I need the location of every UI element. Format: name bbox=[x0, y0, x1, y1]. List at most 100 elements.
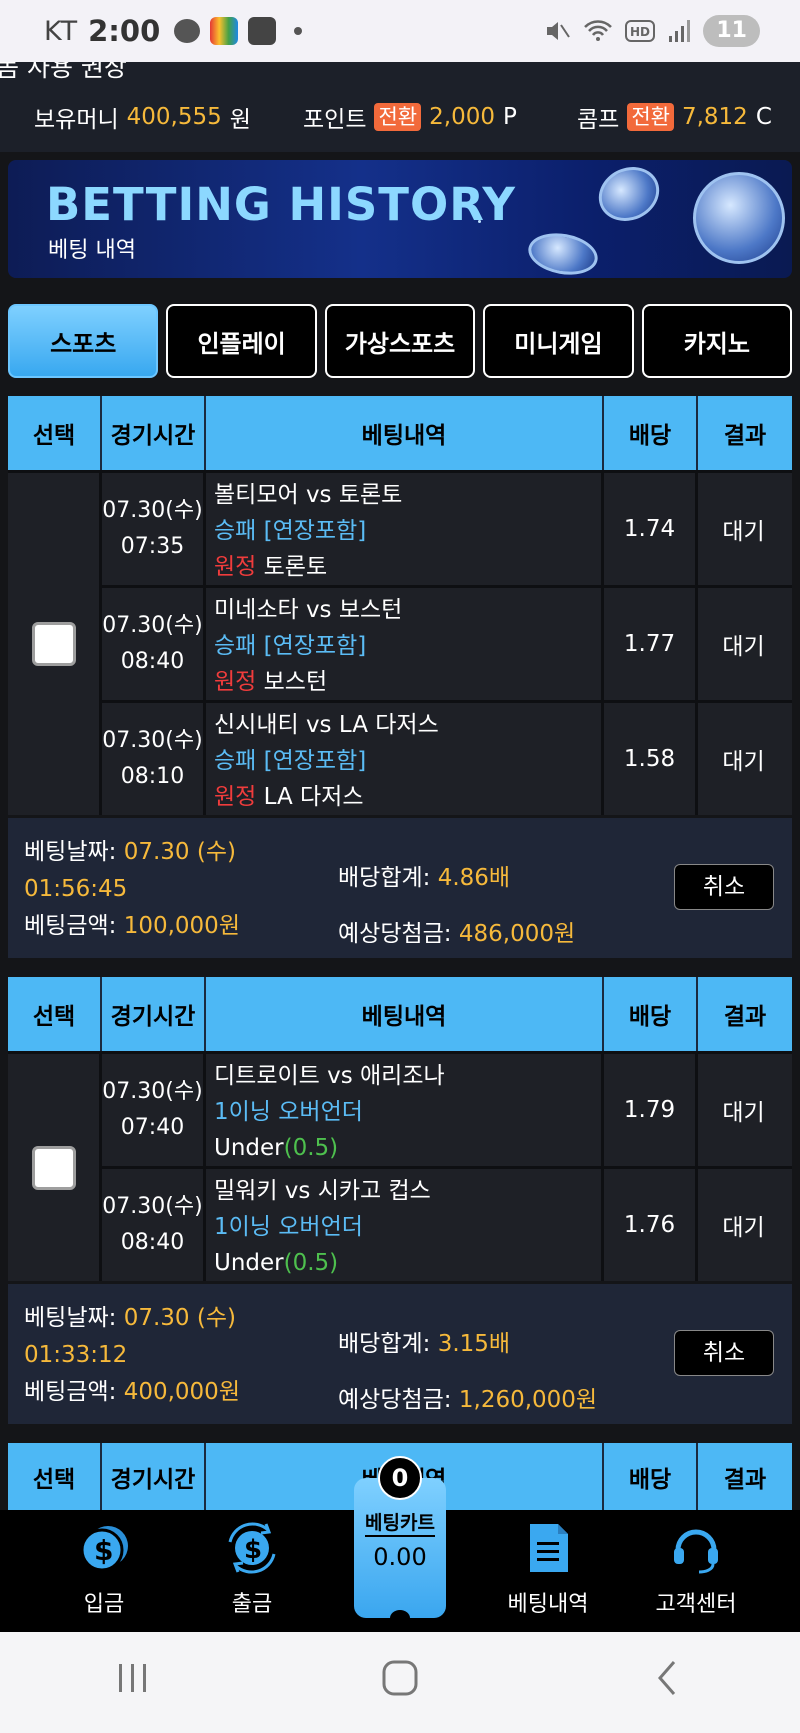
nav-deposit-label: 입금 bbox=[83, 1592, 125, 1617]
bet-detail: 미네소타 vs 보스턴 승패 [연장포함] 원정 보스턴 bbox=[206, 588, 604, 700]
tab-virtual-sports[interactable]: 가상스포츠 bbox=[324, 304, 476, 378]
coin-logo-icon bbox=[693, 172, 785, 264]
betting-history-banner: BETTING HISTORY 베팅 내역 bbox=[8, 160, 792, 278]
nav-withdraw[interactable]: $ 출금 bbox=[192, 1510, 312, 1632]
comp-label: 콤프 bbox=[577, 107, 620, 133]
pick-side: 원정 bbox=[214, 669, 257, 695]
comp-display: 콤프 전환 7,812 C bbox=[577, 100, 772, 134]
select-cell bbox=[8, 1051, 102, 1281]
header-odds: 배당 bbox=[604, 977, 698, 1051]
match-clock: 07:40 bbox=[120, 1115, 185, 1140]
header-time: 경기시간 bbox=[102, 1443, 206, 1510]
table-row: 07.30(수) 08:40 미네소타 vs 보스턴 승패 [연장포함] 원정 … bbox=[102, 585, 792, 700]
balance-value: 400,555 bbox=[126, 104, 222, 130]
expected-win-value: 486,000원 bbox=[458, 921, 576, 947]
odds-value: 1.58 bbox=[604, 703, 698, 815]
betting-cart-button[interactable]: 0 베팅카트 0.00 bbox=[354, 1456, 446, 1626]
bet-amount-label: 베팅금액: bbox=[24, 1379, 117, 1405]
notification-icons bbox=[174, 17, 303, 45]
bet-date-value: 07.30 (수) bbox=[123, 1305, 236, 1331]
location-app-icon bbox=[210, 17, 239, 45]
tab-minigame[interactable]: 미니게임 bbox=[483, 304, 634, 378]
match-date: 07.30(수) bbox=[102, 1194, 203, 1219]
bet-amount-label: 베팅금액: bbox=[24, 913, 117, 939]
comp-convert-button[interactable]: 전환 bbox=[627, 103, 674, 131]
withdraw-cycle-icon: $ bbox=[228, 1522, 276, 1574]
odds-value: 1.74 bbox=[604, 473, 698, 585]
match-name: 신시내티 vs LA 다저스 bbox=[214, 712, 439, 738]
market-name: 승패 [연장포함] bbox=[214, 748, 367, 774]
match-name: 볼티모어 vs 토론토 bbox=[214, 482, 403, 508]
coin-graphic-icon bbox=[525, 228, 601, 278]
match-time: 07.30(수) 07:40 bbox=[102, 1054, 206, 1166]
recent-apps-button[interactable] bbox=[93, 1660, 173, 1706]
header-time: 경기시간 bbox=[102, 977, 206, 1051]
odds-value: 1.76 bbox=[604, 1169, 698, 1281]
match-date: 07.30(수) bbox=[102, 728, 203, 753]
cancel-bet-button[interactable]: 취소 bbox=[674, 1330, 774, 1376]
money-bar: 보유머니 400,555 원 포인트 전환 2,000 P 콤프 전환 7,81… bbox=[0, 82, 800, 152]
bet-select-checkbox[interactable] bbox=[31, 622, 76, 666]
bet-detail: 밀워키 vs 시카고 컵스 1이닝 오버언더 Under(0.5) bbox=[206, 1169, 604, 1281]
document-icon bbox=[530, 1524, 568, 1572]
cart-label: 베팅카트 bbox=[365, 1508, 435, 1537]
result-status: 대기 bbox=[722, 519, 765, 545]
expected-win-value: 1,260,000원 bbox=[458, 1387, 598, 1413]
nav-support[interactable]: 고객센터 bbox=[636, 1510, 756, 1632]
header-time: 경기시간 bbox=[102, 396, 206, 470]
wifi-icon bbox=[584, 20, 613, 41]
bet-detail: 신시내티 vs LA 다저스 승패 [연장포함] 원정 LA 다저스 bbox=[206, 703, 604, 815]
carrier-label: KT bbox=[44, 15, 79, 47]
match-clock: 08:10 bbox=[120, 764, 185, 789]
expected-win-label: 예상당첨금: bbox=[338, 921, 452, 947]
table-row: 07.30(수) 08:40 밀워키 vs 시카고 컵스 1이닝 오버언더 Un… bbox=[102, 1166, 792, 1281]
select-cell bbox=[8, 470, 102, 815]
tab-casino[interactable]: 카지노 bbox=[641, 304, 793, 378]
nav-betting-history-label: 베팅내역 bbox=[507, 1592, 589, 1617]
match-clock: 07:35 bbox=[120, 534, 185, 559]
bet-slip-2: 선택 경기시간 베팅내역 배당 결과 07.30(수) 07:40 디트로이트 … bbox=[8, 977, 792, 1424]
tab-sports[interactable]: 스포츠 bbox=[8, 304, 159, 378]
point-convert-button[interactable]: 전환 bbox=[374, 103, 422, 131]
market-name: 승패 [연장포함] bbox=[214, 633, 367, 659]
recent-apps-icon bbox=[119, 1663, 147, 1692]
comp-value: 7,812 bbox=[681, 104, 748, 130]
headset-icon bbox=[674, 1529, 718, 1574]
home-icon bbox=[382, 1660, 418, 1695]
clock: 2:00 bbox=[88, 14, 161, 48]
notice-text: 돔 사용 권장 bbox=[0, 62, 127, 82]
total-odds-label: 배당합계: bbox=[338, 1331, 431, 1357]
header-odds: 배당 bbox=[604, 396, 698, 470]
match-date: 07.30(수) bbox=[102, 498, 203, 523]
bet-select-checkbox[interactable] bbox=[31, 1145, 76, 1190]
cancel-bet-button[interactable]: 취소 bbox=[674, 864, 774, 910]
match-time: 07.30(수) 08:40 bbox=[102, 588, 206, 700]
back-button[interactable] bbox=[627, 1658, 707, 1708]
cart-count-badge: 0 bbox=[378, 1456, 422, 1500]
pick-team: 토론토 bbox=[263, 554, 328, 580]
hd-voice-icon: HD bbox=[625, 20, 656, 42]
home-button[interactable] bbox=[360, 1658, 440, 1708]
match-name: 미네소타 vs 보스턴 bbox=[214, 597, 403, 623]
bet-date-label: 베팅날짜: bbox=[24, 1305, 117, 1331]
svg-text:$: $ bbox=[244, 1535, 262, 1565]
balance-unit: 원 bbox=[229, 107, 251, 133]
point-display: 포인트 전환 2,000 P bbox=[303, 100, 517, 134]
point-label: 포인트 bbox=[303, 107, 367, 133]
battery-indicator: 11 bbox=[703, 15, 760, 47]
status-bar: KT 2:00 HD 11 bbox=[0, 0, 800, 62]
cart-total: 0.00 bbox=[373, 1543, 427, 1571]
table-header: 선택 경기시간 베팅내역 배당 결과 bbox=[8, 977, 792, 1051]
bet-date-label: 베팅날짜: bbox=[24, 839, 117, 865]
nav-withdraw-label: 출금 bbox=[231, 1592, 273, 1617]
notice-strip: 돔 사용 권장 bbox=[0, 62, 800, 82]
bet-body: 07.30(수) 07:40 디트로이트 vs 애리조나 1이닝 오버언더 Un… bbox=[8, 1051, 792, 1281]
match-time: 07.30(수) 08:10 bbox=[102, 703, 206, 815]
tab-inplay[interactable]: 인플레이 bbox=[166, 304, 317, 378]
pick-side: 원정 bbox=[214, 554, 257, 580]
match-clock: 08:40 bbox=[120, 1230, 185, 1255]
match-date: 07.30(수) bbox=[102, 613, 203, 638]
nav-deposit[interactable]: $ 입금 bbox=[44, 1510, 164, 1632]
nav-betting-history[interactable]: 베팅내역 bbox=[488, 1510, 608, 1632]
pick-team: 보스턴 bbox=[263, 669, 328, 695]
